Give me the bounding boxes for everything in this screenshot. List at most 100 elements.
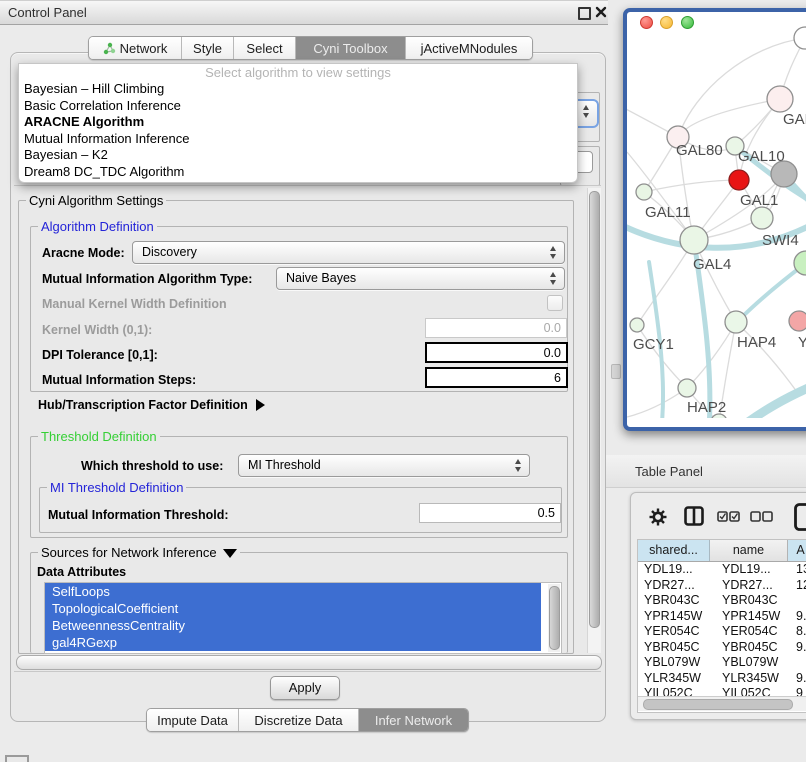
table-row[interactable]: YDR27...YDR27...12 [638,578,806,594]
mi-algorithm-type-combobox[interactable]: Naive Bayes [276,267,565,290]
hub-tf-definition-section[interactable]: Hub/Transcription Factor Definition [38,398,265,412]
kernel-width-label: Kernel Width (0,1): [42,323,152,337]
table-cell [793,593,796,609]
algorithm-option[interactable]: Bayesian – Hill Climbing [19,81,577,98]
network-node[interactable] [771,161,797,187]
table-cell: YBL079W [715,655,793,671]
aracne-mode-label: Aracne Mode: [42,246,125,260]
data-attributes-list[interactable]: SelfLoopsTopologicalCoefficientBetweenne… [44,582,562,654]
tab-select[interactable]: Select [234,37,296,59]
table-cell: 12 [793,578,806,594]
table-row[interactable]: YLR345WYLR345W9. [638,671,806,687]
tab-infer-network-label: Infer Network [375,713,452,728]
stepper-arrows-icon [550,246,557,259]
tab-style-label: Style [193,41,222,56]
tab-cyni-toolbox[interactable]: Cyni Toolbox [296,37,406,59]
panel-splitter-grip[interactable] [611,364,621,379]
data-attribute-item[interactable]: SelfLoops [45,583,541,600]
table-cell: 9. [793,640,806,656]
table-cell: 9 [793,686,803,696]
table-row[interactable]: YBR045CYBR045C9. [638,640,806,656]
table-hscrollbar-thumb[interactable] [643,699,793,710]
close-panel-icon[interactable] [595,6,607,18]
mi-threshold-definition-title: MI Threshold Definition [47,480,186,495]
dpi-tolerance-field[interactable] [425,342,568,363]
table-row[interactable]: YER054CYER054C8. [638,624,806,640]
apply-button[interactable]: Apply [270,676,340,700]
table-panel-window: shared... name A YDL19...YDL19...13YDR27… [630,492,806,720]
table-row[interactable]: YIL052CYIL052C9 [638,686,806,696]
manual-kernel-width-checkbox[interactable] [547,295,563,311]
network-canvas[interactable]: GALGAL80GAL10GAL11GAL1GAL4SWI4GCY1HAP4YH… [627,12,806,418]
settings-vscrollbar-thumb[interactable] [589,191,600,628]
deselect-all-checkboxes-icon[interactable] [750,511,774,522]
network-node[interactable] [794,27,806,49]
network-view-window[interactable]: GALGAL80GAL10GAL11GAL1GAL4SWI4GCY1HAP4YH… [623,8,806,431]
column-header-name[interactable]: name [710,540,788,561]
network-node-gcy1[interactable] [630,318,644,332]
table-cell: YDR27... [638,578,715,594]
tab-style[interactable]: Style [182,37,234,59]
network-node-gal11[interactable] [636,184,652,200]
settings-gear-icon[interactable] [649,508,667,526]
tab-impute-data[interactable]: Impute Data [147,709,239,731]
float-panel-icon[interactable] [578,7,591,20]
network-node-hap4[interactable] [725,311,747,333]
table-row[interactable]: YPR145WYPR145W9. [638,609,806,625]
table-row[interactable]: YBR043CYBR043C [638,593,806,609]
network-node-y[interactable] [789,311,806,331]
table-horizontal-scrollbar[interactable] [638,696,806,711]
table-cell: YDL19... [715,562,793,578]
attributes-scrollbar[interactable] [548,584,560,652]
data-attribute-item[interactable]: gal4RGexp [45,634,541,651]
network-node-hap2[interactable] [678,379,696,397]
mi-steps-field[interactable] [425,367,568,388]
mi-threshold-field[interactable] [419,503,561,523]
algorithm-definition-title: Algorithm Definition [38,219,157,234]
which-threshold-value: MI Threshold [248,458,321,472]
attributes-scrollbar-thumb[interactable] [549,586,560,650]
column-header-shared[interactable]: shared... [638,540,710,561]
table-panel-title: Table Panel [635,464,703,479]
network-node[interactable] [729,170,749,190]
tab-discretize-data[interactable]: Discretize Data [239,709,359,731]
data-attribute-item[interactable]: TopologicalCoefficient [45,600,541,617]
table-cell: YLR345W [638,671,715,687]
columns-icon[interactable] [684,506,704,526]
stepper-arrows-icon [550,272,557,285]
collapsed-panel-button[interactable] [5,755,29,762]
which-threshold-combobox[interactable]: MI Threshold [238,454,530,477]
algorithm-option[interactable]: Basic Correlation Inference [19,98,577,115]
algorithm-option[interactable]: Dream8 DC_TDC Algorithm [19,164,577,181]
settings-vertical-scrollbar[interactable] [587,188,601,653]
aracne-mode-combobox[interactable]: Discovery [132,241,565,264]
collapse-down-icon[interactable] [223,549,237,558]
settings-horizontal-scrollbar[interactable] [16,655,602,670]
network-node-gal1[interactable] [751,207,773,229]
function-builder-icon[interactable] [794,503,806,531]
kernel-width-field[interactable] [425,318,567,338]
hub-tf-definition-label: Hub/Transcription Factor Definition [38,398,248,412]
data-attribute-item[interactable]: BetweennessCentrality [45,617,541,634]
tab-network[interactable]: Network [89,37,182,59]
table-cell: 9. [793,671,806,687]
table-cell: YDL19... [638,562,715,578]
network-node-label: GAL1 [740,192,778,209]
network-node-label: GAL11 [645,204,691,221]
table-row[interactable]: YBL079WYBL079W [638,655,806,671]
network-node-gal[interactable] [767,86,793,112]
algorithm-option[interactable]: Bayesian – K2 [19,147,577,164]
mi-steps-label: Mutual Information Steps: [42,373,196,387]
expand-right-icon[interactable] [256,399,265,411]
tab-jactivemnodules[interactable]: jActiveMNodules [406,37,532,59]
network-node-gal4[interactable] [680,226,708,254]
network-node-label: Y [798,334,806,351]
table-cell: YLR345W [715,671,793,687]
tab-infer-network[interactable]: Infer Network [359,709,468,731]
select-all-checkboxes-icon[interactable] [717,511,741,522]
algorithm-option[interactable]: Mutual Information Inference [19,131,577,148]
column-header-extra[interactable]: A [788,540,806,561]
table-row[interactable]: YDL19...YDL19...13 [638,562,806,578]
manual-kernel-width-label: Manual Kernel Width Definition [42,297,227,311]
algorithm-option[interactable]: ARACNE Algorithm [19,114,577,131]
